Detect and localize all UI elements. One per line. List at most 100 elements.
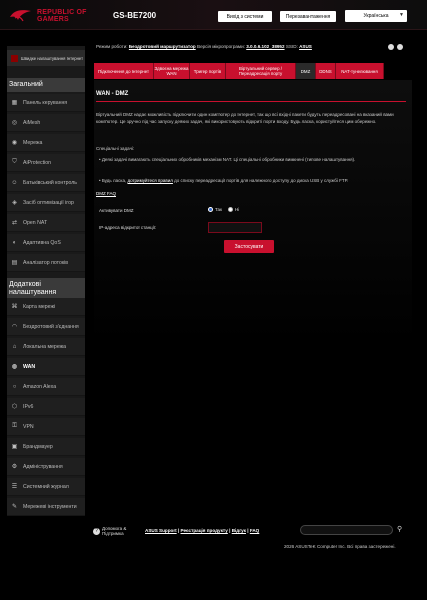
language-select[interactable]: Українська ▼ <box>345 10 407 22</box>
footer-search-input[interactable] <box>300 525 393 535</box>
status-info: Режим роботи: Бездротовий маршрутизатор … <box>96 44 312 49</box>
title-divider <box>96 101 406 102</box>
alexa-icon: ○ <box>12 383 17 390</box>
special-tasks-title: Спеціальні задачі: <box>96 146 135 151</box>
enable-yes-radio[interactable]: Так <box>208 207 222 212</box>
sidebar-item-label: AiProtection <box>23 159 51 166</box>
general-section-title: Загальний <box>7 78 85 92</box>
sidebar-item-map[interactable]: ⌘ Карта мережі <box>7 298 85 316</box>
ip-address-label: IP-адреса відкритої станції: <box>99 225 157 230</box>
sidebar-item-tools[interactable]: ✎ Мережеві інструменти <box>7 498 85 516</box>
sidebar-item-traffic[interactable]: ▤ Аналізатор потоків <box>7 254 85 272</box>
enable-no-radio[interactable]: Ні <box>228 207 239 212</box>
dmz-description: Віртуальний DMZ надає можливість підключ… <box>96 112 394 125</box>
settings-gear-icon[interactable] <box>397 44 403 50</box>
reboot-button[interactable]: Перезавантаження <box>280 11 336 22</box>
tab-ddns[interactable]: DDNS <box>316 63 336 79</box>
aimesh-icon: ◎ <box>11 120 18 126</box>
lan-icon: ⌂ <box>12 343 17 350</box>
sidebar-item-nat[interactable]: ⇄ Open NAT <box>7 214 85 232</box>
model-name: GS-BE7200 <box>113 11 157 20</box>
page-title: WAN - DMZ <box>96 91 129 97</box>
sidebar-item-label: Адаптивна QoS <box>23 239 61 246</box>
tab-nat-passthrough[interactable]: NAT-тунелювання <box>336 63 384 79</box>
tab-port-trigger[interactable]: Тригер портів <box>190 63 226 79</box>
tab-dmz[interactable]: DMZ <box>296 63 316 79</box>
sidebar-item-ipv6[interactable]: ⬡ IPv6 <box>7 398 85 416</box>
bullet-item: • Деякі задачі вимагають спеціальних обр… <box>99 157 356 162</box>
sidebar-item-wifi[interactable]: ◠ Бездротовий з'єднання <box>7 318 85 336</box>
sidebar-item-dashboard[interactable]: ▦ Панель керування <box>7 94 85 112</box>
sidebar-item-label: Батьківський контроль <box>23 179 78 186</box>
tools-icon: ✎ <box>11 504 18 510</box>
vpn-icon: ⚿ <box>12 423 17 429</box>
parental-icon: ☺ <box>11 179 18 186</box>
advanced-section-title: Додаткові налаштування <box>7 278 85 300</box>
dmz-faq-link[interactable]: DMZ FAQ <box>96 191 116 196</box>
wifi-icon: ◠ <box>11 324 18 330</box>
sidebar-item-label: Карта мережі <box>23 303 56 310</box>
ssid-link[interactable]: ASUS <box>299 44 312 49</box>
sidebar-item-shield[interactable]: ⛉ AiProtection <box>7 154 85 172</box>
shield-icon: ⛉ <box>12 159 17 165</box>
brand-name: REPUBLIC OF GAMERS <box>37 9 87 23</box>
firmware-link[interactable]: 3.0.0.6.102_38952 <box>246 44 284 49</box>
sidebar-item-label: Аналізатор потоків <box>23 259 69 266</box>
nat-icon: ⇄ <box>11 220 18 226</box>
admin-icon: ⚙ <box>11 464 18 470</box>
product-registration-link[interactable]: Реєстрація продукту <box>181 528 228 533</box>
sidebar-item-admin[interactable]: ⚙ Адміністрування <box>7 458 85 476</box>
quick-setup-icon <box>11 54 18 62</box>
sidebar-item-label: VPN <box>23 423 34 430</box>
logout-button[interactable]: Вихід з системи <box>218 11 272 22</box>
copyright: 2026 ASUSTeK Computer Inc. Всі права зас… <box>284 544 396 549</box>
top-bar: REPUBLIC OF GAMERS GS-BE7200 Вихід з сис… <box>0 0 427 30</box>
network-icon: ◉ <box>11 140 18 146</box>
follow-rules-link[interactable]: дотримуйтеся правил <box>127 178 172 183</box>
sidebar-item-network[interactable]: ◉ Мережа <box>7 134 85 152</box>
bullet-item: • Будь ласка, дотримуйтеся правил до спи… <box>99 178 349 183</box>
sidebar-item-vpn[interactable]: ⚿ VPN <box>7 418 85 436</box>
sidebar-item-aimesh[interactable]: ◎ AiMesh <box>7 114 85 132</box>
sidebar-item-label: IPv6 <box>23 403 34 410</box>
content-panel <box>94 80 412 520</box>
search-icon[interactable]: ⚲ <box>397 525 402 533</box>
gamepad-icon: ◈ <box>12 200 17 206</box>
sidebar-item-label: Брандмауер <box>23 443 53 450</box>
footer-links: ASUS Support | Реєстрація продукту | Від… <box>145 528 260 533</box>
operation-mode-link[interactable]: Бездротовий маршрутизатор <box>129 44 196 49</box>
sidebar-item-label: Панель керування <box>23 99 68 106</box>
sidebar-item-gamepad[interactable]: ◈ Засіб оптимізації ігор <box>7 194 85 212</box>
log-icon: ☰ <box>11 484 18 490</box>
feedback-link[interactable]: Відгук <box>232 528 246 533</box>
map-icon: ⌘ <box>11 304 18 310</box>
asus-support-link[interactable]: ASUS Support <box>145 528 177 533</box>
sidebar-item-globe[interactable]: ◍ WAN <box>7 358 85 376</box>
apply-button[interactable]: Застосувати <box>224 240 274 253</box>
network-status-icon[interactable] <box>388 44 394 50</box>
ip-address-input[interactable] <box>208 222 262 233</box>
status-icons <box>388 44 403 50</box>
sidebar-item-label: Мережа <box>23 139 43 146</box>
sidebar-item-parental[interactable]: ☺ Батьківський контроль <box>7 174 85 192</box>
ipv6-icon: ⬡ <box>11 404 18 410</box>
sidebar-item-label: Засіб оптимізації ігор <box>23 199 74 206</box>
tab-internet-connection[interactable]: Підключення до Інтернет <box>94 63 154 79</box>
sidebar-item-lan[interactable]: ⌂ Локальна мережа <box>7 338 85 356</box>
sidebar-item-alexa[interactable]: ○ Amazon Alexa <box>7 378 85 396</box>
sidebar-item-log[interactable]: ☰ Системний журнал <box>7 478 85 496</box>
quick-setup-button[interactable]: Швидке налаштування Інтернет <box>7 50 85 66</box>
tab-virtual-server[interactable]: Віртуальний сервер / Переадресація порту <box>226 63 296 79</box>
faq-link[interactable]: FAQ <box>250 528 259 533</box>
firewall-icon: ▣ <box>11 444 18 450</box>
traffic-icon: ▤ <box>11 260 18 266</box>
sidebar-item-firewall[interactable]: ▣ Брандмауер <box>7 438 85 456</box>
sidebar-item-label: Локальна мережа <box>23 343 66 350</box>
sidebar-item-qos[interactable]: ◐ Адаптивна QoS <box>7 234 85 252</box>
sidebar: Швидке налаштування Інтернет Загальний ▦… <box>7 46 85 516</box>
tab-dual-wan[interactable]: Здвоєна мережа WAN <box>154 63 190 79</box>
sidebar-item-label: AiMesh <box>23 119 41 126</box>
sidebar-item-label: Адміністрування <box>23 463 63 470</box>
qos-icon: ◐ <box>12 239 17 246</box>
help-support-link[interactable]: ? Допомога & Підтримка <box>93 526 142 536</box>
